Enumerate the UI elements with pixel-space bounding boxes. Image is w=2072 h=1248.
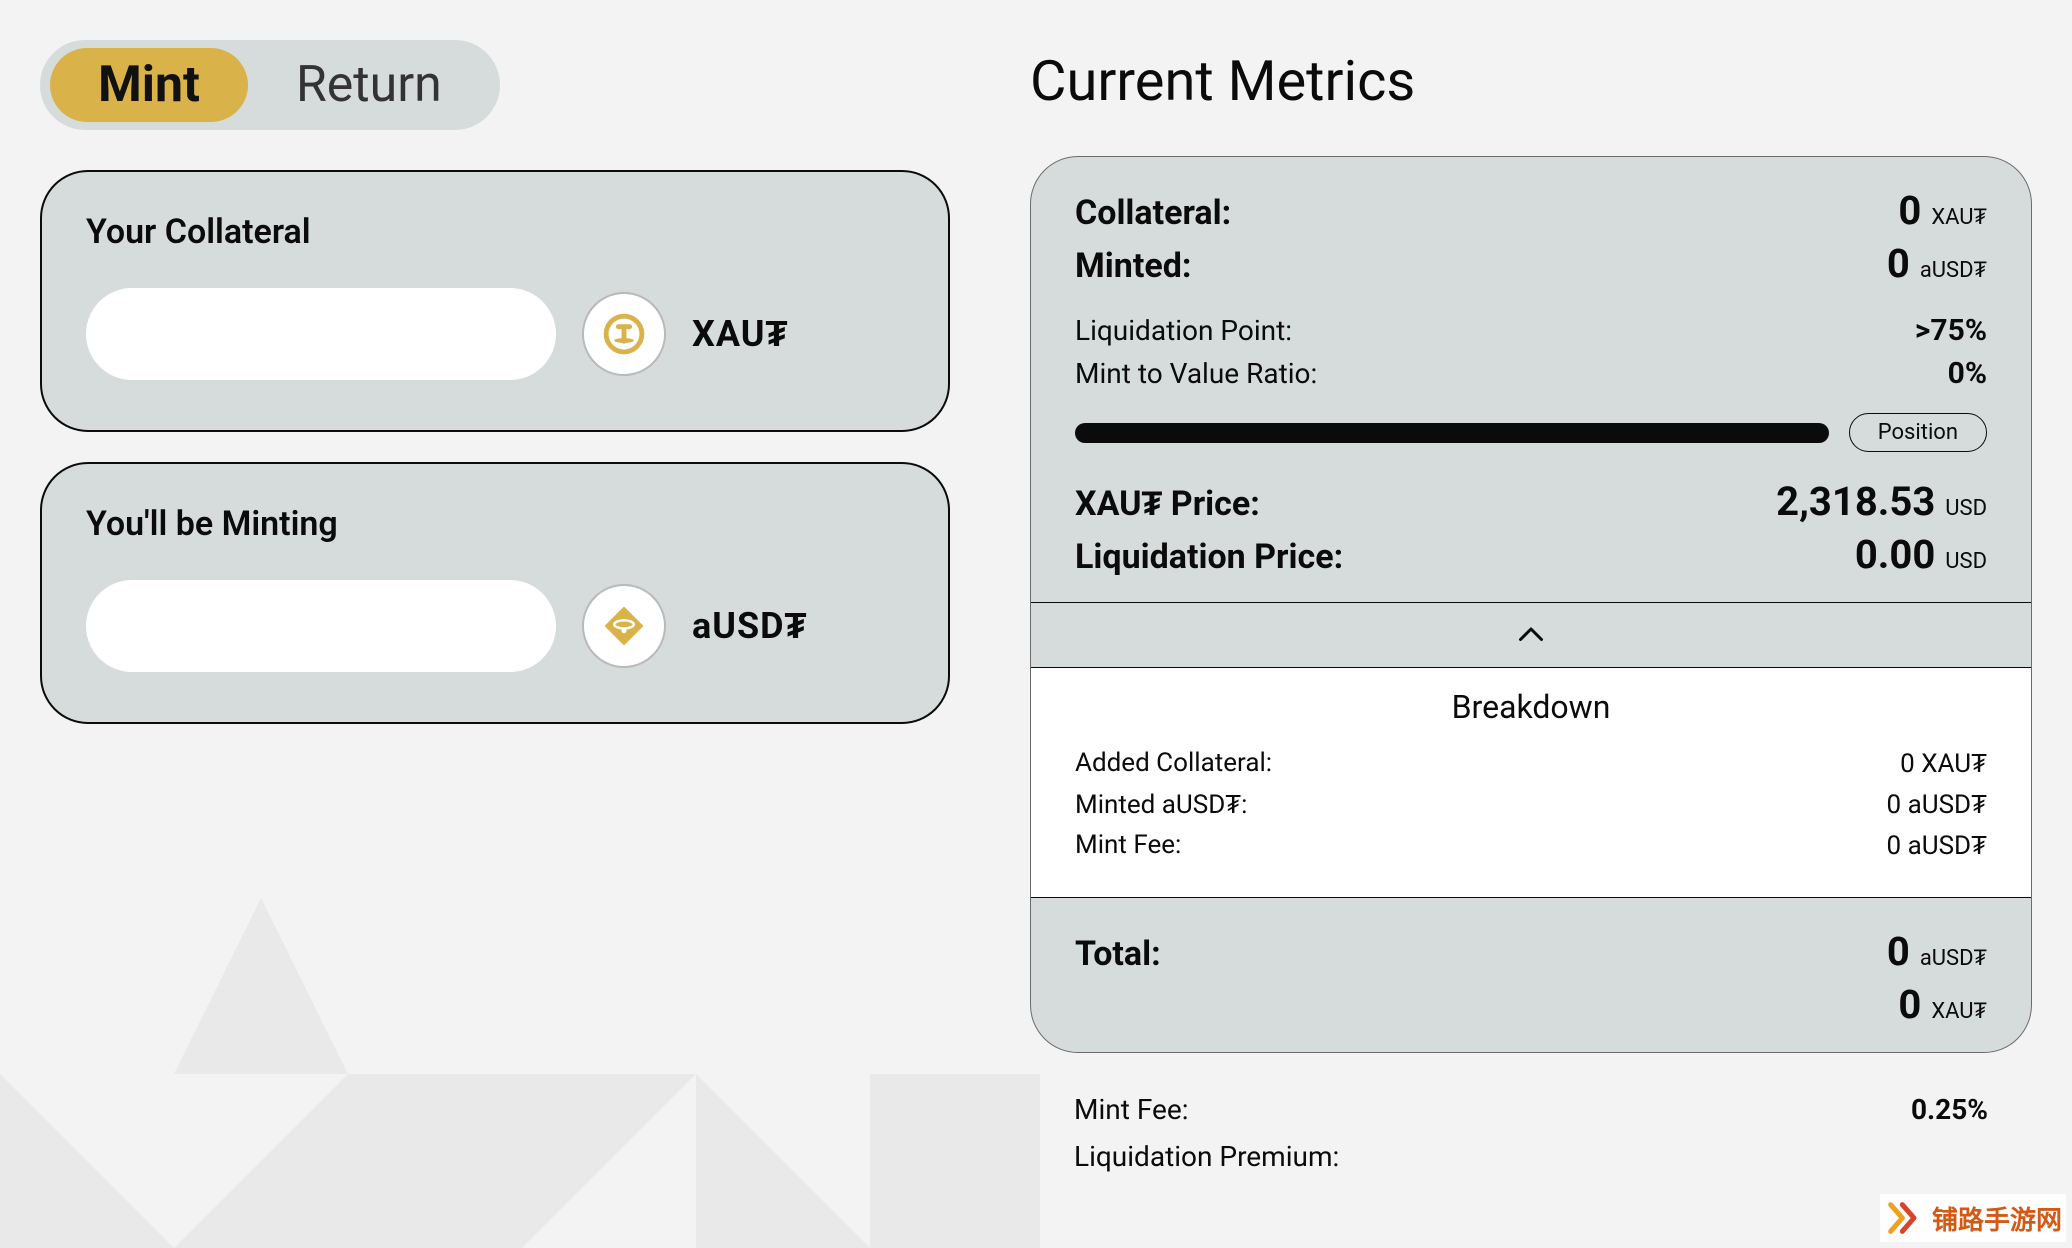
breakdown-title: Breakdown (1075, 688, 1987, 726)
minting-input[interactable] (86, 580, 556, 672)
extra-mint-fee-value: 0.25% (1911, 1093, 1988, 1126)
total-unit-2: XAU₮ (1931, 999, 1987, 1024)
xaut-price-unit: USD (1945, 496, 1987, 521)
collateral-metric-value: 0 (1898, 187, 1921, 234)
xaut-price-value: 2,318.53 (1776, 478, 1935, 525)
tab-return[interactable]: Return (248, 48, 490, 122)
breakdown-mint-fee-value: 0 aUSD₮ (1887, 830, 1987, 861)
watermark-chevron-icon (1884, 1198, 1924, 1238)
breakdown-added-collateral-value: 0 XAU₮ (1900, 748, 1987, 779)
minted-metric-label: Minted: (1075, 246, 1191, 286)
extra-metrics: Mint Fee: 0.25% Liquidation Premium: (1030, 1053, 2032, 1173)
extra-liq-premium-label: Liquidation Premium: (1074, 1140, 1339, 1173)
position-pill[interactable]: Position (1849, 413, 1987, 452)
xaut-icon (582, 292, 666, 376)
minting-card: You'll be Minting aUSD₮ (40, 462, 950, 724)
total-section: Total: 0 aUSD₮ 0 XAU₮ (1031, 898, 2031, 1052)
metrics-title: Current Metrics (1030, 48, 2032, 114)
site-watermark: 铺路手游网 (1880, 1194, 2066, 1242)
watermark-text: 铺路手游网 (1932, 1200, 2062, 1237)
total-value-2: 0 (1898, 981, 1921, 1028)
collateral-symbol: XAU₮ (692, 313, 788, 355)
collateral-card: Your Collateral XAU₮ (40, 170, 950, 432)
breakdown-mint-fee-label: Mint Fee: (1075, 830, 1181, 861)
mtv-label: Mint to Value Ratio: (1075, 357, 1317, 390)
breakdown-added-collateral-label: Added Collateral: (1075, 748, 1272, 779)
minting-label: You'll be Minting (86, 504, 904, 544)
ausdt-icon (582, 584, 666, 668)
tab-mint[interactable]: Mint (50, 48, 248, 122)
mtv-value: 0% (1948, 356, 1987, 391)
collateral-input[interactable] (86, 288, 556, 380)
collateral-label: Your Collateral (86, 212, 904, 252)
breakdown-collapse-toggle[interactable] (1031, 603, 2031, 667)
breakdown-section: Breakdown Added Collateral: 0 XAU₮ Minte… (1031, 668, 2031, 897)
minted-metric-unit: aUSD₮ (1920, 258, 1987, 283)
breakdown-minted-ausdt-value: 0 aUSD₮ (1887, 789, 1987, 820)
minted-metric-value: 0 (1887, 240, 1910, 287)
xaut-price-label: XAU₮ Price: (1075, 484, 1260, 524)
liq-price-value: 0.00 (1855, 531, 1935, 578)
breakdown-minted-ausdt-label: Minted aUSD₮: (1075, 789, 1247, 820)
total-value-1: 0 (1887, 928, 1910, 975)
minting-symbol: aUSD₮ (692, 605, 808, 647)
metrics-card: Collateral: 0 XAU₮ Minted: 0 aUSD₮ Liqui… (1030, 156, 2032, 1053)
collateral-metric-unit: XAU₮ (1931, 205, 1987, 230)
extra-mint-fee-label: Mint Fee: (1074, 1093, 1189, 1126)
liq-point-label: Liquidation Point: (1075, 314, 1292, 347)
liq-point-value: >75% (1915, 313, 1987, 348)
mode-toggle: Mint Return (40, 40, 500, 130)
collateral-metric-label: Collateral: (1075, 193, 1231, 233)
liq-price-label: Liquidation Price: (1075, 537, 1343, 577)
liq-price-unit: USD (1945, 549, 1987, 574)
total-label: Total: (1075, 934, 1161, 974)
position-progress (1075, 423, 1829, 443)
total-unit-1: aUSD₮ (1920, 946, 1987, 971)
